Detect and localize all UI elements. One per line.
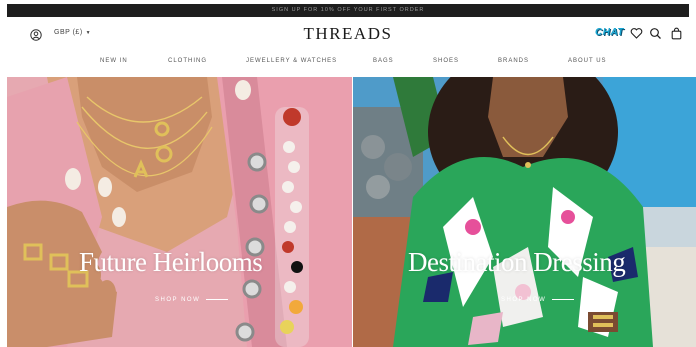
shopping-bag-icon[interactable] [670, 27, 683, 40]
nav-item-brands[interactable]: BRANDS [498, 58, 529, 64]
chat-button[interactable]: CHAT [595, 27, 624, 38]
main-nav: NEW IN CLOTHING JEWELLERY & WATCHES BAGS… [0, 58, 696, 70]
nav-item-about-us[interactable]: ABOUT US [568, 58, 607, 64]
hero-image-jewellery [7, 77, 352, 347]
site-logo[interactable]: THREADS [0, 24, 696, 44]
shop-now-link[interactable]: SHOP NOW [501, 297, 575, 303]
shop-now-label: SHOP NOW [155, 297, 201, 303]
hero-image-fashion [353, 77, 696, 347]
hero-title[interactable]: Future Heirlooms [79, 247, 263, 278]
nav-item-new-in[interactable]: NEW IN [100, 58, 128, 64]
arrow-right-icon [552, 298, 575, 300]
promo-bar: SIGN UP FOR 10% OFF YOUR FIRST ORDER [0, 0, 696, 17]
site-header: GBP (£) ▼ THREADS CHAT NEW IN CLOTHING JE… [0, 17, 696, 75]
nav-item-jewellery-watches[interactable]: JEWELLERY & WATCHES [246, 58, 337, 64]
hero-destination-dressing[interactable]: Destination Dressing SHOP NOW [353, 77, 696, 347]
search-icon[interactable] [649, 27, 662, 40]
arrow-right-icon [206, 298, 229, 300]
promo-banner-text[interactable]: SIGN UP FOR 10% OFF YOUR FIRST ORDER [7, 4, 689, 17]
shop-now-label: SHOP NOW [501, 297, 547, 303]
shop-now-link[interactable]: SHOP NOW [155, 297, 229, 303]
nav-item-shoes[interactable]: SHOES [433, 58, 459, 64]
hero-title[interactable]: Destination Dressing [408, 247, 626, 278]
hero-future-heirlooms[interactable]: Future Heirlooms SHOP NOW [7, 77, 352, 347]
heart-icon[interactable] [630, 27, 643, 40]
nav-item-bags[interactable]: BAGS [373, 58, 394, 64]
nav-item-clothing[interactable]: CLOTHING [168, 58, 207, 64]
